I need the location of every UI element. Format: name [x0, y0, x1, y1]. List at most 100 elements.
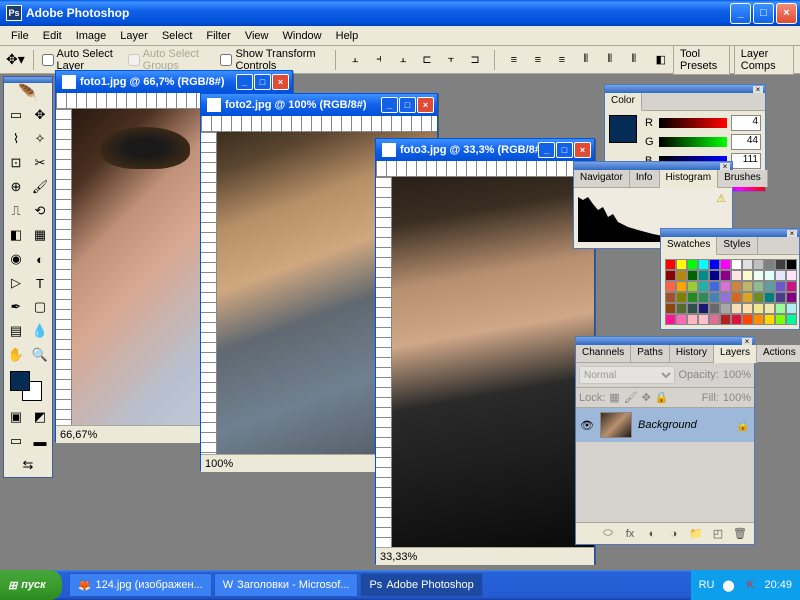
doc2-close[interactable]: ×	[417, 97, 434, 113]
clock[interactable]: 20:49	[764, 579, 792, 591]
swatch[interactable]	[775, 292, 786, 303]
swatches-grid[interactable]	[665, 259, 795, 325]
slice-tool[interactable]: ✂	[28, 151, 52, 175]
align-hcenter-icon[interactable]: ⫟	[440, 49, 462, 71]
swatch[interactable]	[720, 259, 731, 270]
eyedropper-tool[interactable]: 💧	[28, 319, 52, 343]
swatch[interactable]	[709, 281, 720, 292]
color-swatches[interactable]	[4, 367, 52, 405]
swatch[interactable]	[676, 303, 687, 314]
taskbar-item-1[interactable]: 🦊124.jpg (изображен...	[69, 573, 212, 597]
swatch[interactable]	[764, 314, 775, 325]
doc3-canvas[interactable]	[392, 177, 594, 547]
swatch[interactable]	[665, 303, 676, 314]
doc3-zoom[interactable]: 33,33%	[380, 551, 417, 563]
channels-tab[interactable]: Channels	[576, 345, 631, 362]
swatches-panel-close[interactable]: ×	[787, 230, 797, 237]
swatch[interactable]	[731, 314, 742, 325]
menu-view[interactable]: View	[238, 28, 276, 44]
history-tab[interactable]: History	[670, 345, 714, 362]
doc1-titlebar[interactable]: foto1.jpg @ 66,7% (RGB/8#) _ □ ×	[56, 71, 292, 93]
swatch[interactable]	[753, 259, 764, 270]
swatch[interactable]	[742, 292, 753, 303]
g-value[interactable]: 44	[731, 134, 761, 150]
g-slider[interactable]	[659, 137, 727, 147]
swatch[interactable]	[676, 281, 687, 292]
opacity-value[interactable]: 100%	[723, 369, 751, 381]
swatch[interactable]	[698, 270, 709, 281]
maximize-button[interactable]: □	[753, 3, 774, 24]
minimize-button[interactable]: _	[730, 3, 751, 24]
menu-filter[interactable]: Filter	[199, 28, 237, 44]
layer-row-background[interactable]: 👁 Background 🔒	[576, 408, 754, 442]
doc3-minimize[interactable]: _	[538, 142, 555, 158]
swatch[interactable]	[742, 281, 753, 292]
swatch[interactable]	[698, 259, 709, 270]
distribute-bottom-icon[interactable]: ≡	[551, 49, 573, 71]
tray-icon-2[interactable]: K	[742, 577, 758, 593]
screen-mode-2-icon[interactable]: ▬	[28, 429, 52, 453]
menu-window[interactable]: Window	[276, 28, 329, 44]
doc2-maximize[interactable]: □	[399, 97, 416, 113]
distribute-top-icon[interactable]: ≡	[503, 49, 525, 71]
stamp-tool[interactable]: ⎍	[4, 199, 28, 223]
swatch[interactable]	[775, 303, 786, 314]
swatch[interactable]	[698, 314, 709, 325]
fx-icon[interactable]: fx	[622, 526, 638, 542]
swatch[interactable]	[753, 270, 764, 281]
foreground-color[interactable]	[10, 371, 30, 391]
swatch[interactable]	[753, 292, 764, 303]
swatch[interactable]	[775, 270, 786, 281]
swatch[interactable]	[665, 270, 676, 281]
swatch[interactable]	[786, 270, 797, 281]
screen-mode-1-icon[interactable]: ▭	[4, 429, 28, 453]
visibility-icon[interactable]: 👁	[580, 418, 594, 432]
histogram-tab[interactable]: Histogram	[660, 170, 719, 188]
trash-icon[interactable]: 🗑	[732, 526, 748, 542]
link-icon[interactable]: ⬭	[600, 526, 616, 542]
doc3-close[interactable]: ×	[574, 142, 591, 158]
doc2-zoom[interactable]: 100%	[205, 458, 233, 470]
layers-panel-grip[interactable]: ×	[576, 337, 754, 345]
swatch[interactable]	[742, 303, 753, 314]
path-tool[interactable]: ▷	[4, 271, 28, 295]
swatch[interactable]	[687, 292, 698, 303]
swatch[interactable]	[764, 281, 775, 292]
type-tool[interactable]: T	[28, 271, 52, 295]
navigator-tab[interactable]: Navigator	[574, 170, 630, 187]
shape-tool[interactable]: ▢	[28, 295, 52, 319]
layers-panel-close[interactable]: ×	[742, 338, 752, 345]
swatch[interactable]	[709, 292, 720, 303]
swatch[interactable]	[742, 314, 753, 325]
folder-icon[interactable]: 📁	[688, 526, 704, 542]
paths-tab[interactable]: Paths	[631, 345, 670, 362]
swatch[interactable]	[764, 270, 775, 281]
align-top-icon[interactable]: ⫠	[344, 49, 366, 71]
swatch[interactable]	[687, 314, 698, 325]
swatch[interactable]	[720, 314, 731, 325]
swatch[interactable]	[742, 259, 753, 270]
layers-tab[interactable]: Layers	[714, 345, 757, 363]
swatch[interactable]	[698, 292, 709, 303]
swatch[interactable]	[764, 292, 775, 303]
r-slider[interactable]	[659, 118, 727, 128]
swatch[interactable]	[676, 292, 687, 303]
color-panel-close[interactable]: ×	[753, 86, 763, 93]
fill-value[interactable]: 100%	[723, 392, 751, 404]
b-value[interactable]: 111	[731, 153, 761, 169]
align-bottom-icon[interactable]: ⫠	[392, 49, 414, 71]
color-panel-grip[interactable]: ×	[605, 85, 765, 93]
actions-tab[interactable]: Actions	[757, 345, 800, 362]
distribute-vcenter-icon[interactable]: ≡	[527, 49, 549, 71]
swatch[interactable]	[731, 270, 742, 281]
tool-presets-tab[interactable]: Tool Presets	[673, 45, 730, 75]
taskbar-item-2[interactable]: WЗаголовки - Microsof...	[214, 573, 359, 597]
swatch[interactable]	[665, 314, 676, 325]
swatch[interactable]	[786, 303, 797, 314]
pen-tool[interactable]: ✒	[4, 295, 28, 319]
swatch[interactable]	[709, 270, 720, 281]
swatch[interactable]	[687, 259, 698, 270]
swatch[interactable]	[687, 281, 698, 292]
swatch[interactable]	[753, 314, 764, 325]
swatch[interactable]	[786, 259, 797, 270]
